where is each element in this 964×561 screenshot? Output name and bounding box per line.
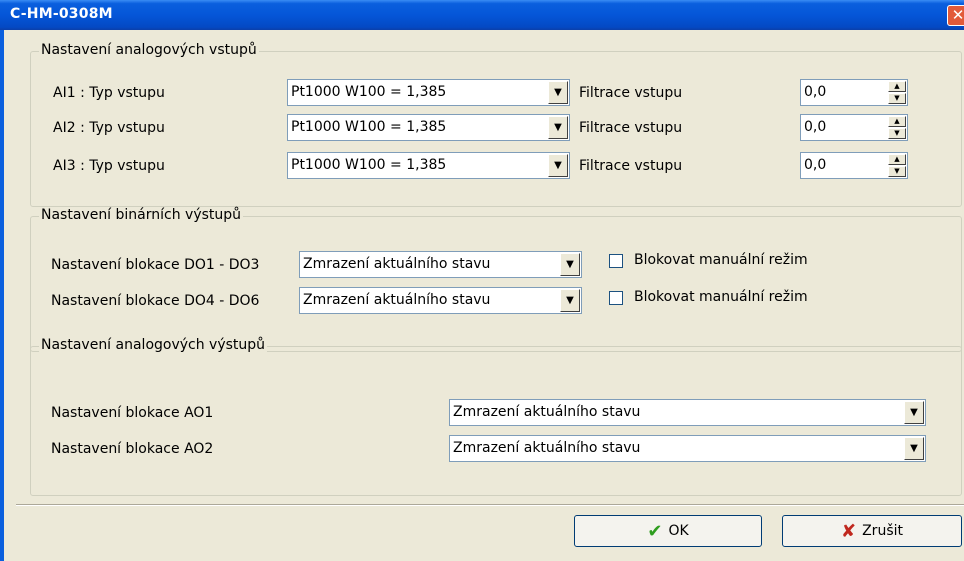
chevron-down-icon[interactable]: ▼ bbox=[560, 289, 580, 312]
analog-outputs-group: Nastavení analogových výstupů Nastavení … bbox=[30, 337, 962, 496]
binary-outputs-group: Nastavení binárních výstupů Nastavení bl… bbox=[30, 207, 962, 352]
do4-do6-value: Zmrazení aktuálního stavu bbox=[303, 292, 491, 308]
close-icon: ✕ bbox=[951, 6, 964, 24]
spin-down-icon[interactable]: ▼ bbox=[888, 93, 906, 104]
ai1-filter-label: Filtrace vstupu bbox=[579, 85, 683, 101]
do4-do6-label: Nastavení blokace DO4 - DO6 bbox=[51, 293, 260, 309]
chevron-down-icon[interactable]: ▼ bbox=[904, 437, 924, 460]
ai2-filter-label: Filtrace vstupu bbox=[579, 120, 683, 136]
ao1-value: Zmrazení aktuálního stavu bbox=[453, 404, 641, 420]
ai3-filter-label: Filtrace vstupu bbox=[579, 158, 683, 174]
ai3-type-combo[interactable]: Pt1000 W100 = 1,385 ▼ bbox=[287, 152, 570, 179]
dialog-client: Nastavení analogových vstupů AI1 : Typ v… bbox=[0, 30, 964, 561]
ai3-label: AI3 : Typ vstupu bbox=[53, 158, 165, 174]
window-title: C-HM-0308M bbox=[10, 6, 113, 22]
ai3-filter-spinner[interactable]: 0,0 ▲ ▼ bbox=[800, 152, 908, 179]
ao1-combo[interactable]: Zmrazení aktuálního stavu ▼ bbox=[449, 399, 926, 426]
ao2-label: Nastavení blokace AO2 bbox=[51, 441, 214, 457]
spin-up-icon[interactable]: ▲ bbox=[888, 154, 906, 165]
do1-do3-checkbox-label[interactable]: Blokovat manuální režim bbox=[634, 252, 808, 268]
ai1-filter-spinner[interactable]: 0,0 ▲ ▼ bbox=[800, 79, 908, 106]
ao2-combo[interactable]: Zmrazení aktuálního stavu ▼ bbox=[449, 435, 926, 462]
ai1-type-combo[interactable]: Pt1000 W100 = 1,385 ▼ bbox=[287, 79, 570, 106]
ok-button-label: OK bbox=[668, 523, 689, 539]
cancel-button-label: Zrušit bbox=[862, 523, 903, 539]
ai2-type-value: Pt1000 W100 = 1,385 bbox=[291, 119, 447, 135]
cancel-button[interactable]: ✘ Zrušit bbox=[782, 515, 962, 547]
spin-up-icon[interactable]: ▲ bbox=[888, 81, 906, 92]
chevron-down-icon[interactable]: ▼ bbox=[548, 154, 568, 177]
spin-down-icon[interactable]: ▼ bbox=[888, 166, 906, 177]
ao1-label: Nastavení blokace AO1 bbox=[51, 405, 214, 421]
chevron-down-icon[interactable]: ▼ bbox=[548, 116, 568, 139]
spin-down-icon[interactable]: ▼ bbox=[888, 128, 906, 139]
do1-do3-block-checkbox[interactable] bbox=[609, 254, 623, 268]
close-button[interactable]: ✕ bbox=[947, 5, 964, 26]
ai2-type-combo[interactable]: Pt1000 W100 = 1,385 ▼ bbox=[287, 114, 570, 141]
ai2-label: AI2 : Typ vstupu bbox=[53, 120, 165, 136]
footer-separator-highlight bbox=[16, 505, 964, 506]
ai1-filter-value: 0,0 bbox=[804, 84, 827, 100]
checkmark-icon: ✔ bbox=[647, 520, 663, 542]
ai2-filter-spinner[interactable]: 0,0 ▲ ▼ bbox=[800, 114, 908, 141]
analog-inputs-group: Nastavení analogových vstupů AI1 : Typ v… bbox=[30, 42, 962, 207]
ai3-filter-value: 0,0 bbox=[804, 157, 827, 173]
title-bar[interactable]: C-HM-0308M ✕ bbox=[0, 0, 964, 30]
ai1-type-value: Pt1000 W100 = 1,385 bbox=[291, 84, 447, 100]
ok-button[interactable]: ✔ OK bbox=[574, 515, 762, 547]
ai2-filter-value: 0,0 bbox=[804, 119, 827, 135]
do1-do3-combo[interactable]: Zmrazení aktuálního stavu ▼ bbox=[299, 251, 582, 278]
chevron-down-icon[interactable]: ▼ bbox=[560, 253, 580, 276]
chevron-down-icon[interactable]: ▼ bbox=[904, 401, 924, 424]
do1-do3-label: Nastavení blokace DO1 - DO3 bbox=[51, 257, 260, 273]
chevron-down-icon[interactable]: ▼ bbox=[548, 81, 568, 104]
do4-do6-combo[interactable]: Zmrazení aktuálního stavu ▼ bbox=[299, 287, 582, 314]
x-icon: ✘ bbox=[841, 520, 857, 542]
binary-outputs-legend: Nastavení binárních výstupů bbox=[39, 207, 244, 223]
do1-do3-value: Zmrazení aktuálního stavu bbox=[303, 256, 491, 272]
ai1-label: AI1 : Typ vstupu bbox=[53, 85, 165, 101]
do4-do6-block-checkbox[interactable] bbox=[609, 291, 623, 305]
dialog-window: C-HM-0308M ✕ Nastavení analogových vstup… bbox=[0, 0, 964, 561]
ao2-value: Zmrazení aktuálního stavu bbox=[453, 440, 641, 456]
analog-outputs-legend: Nastavení analogových výstupů bbox=[39, 337, 268, 353]
analog-inputs-legend: Nastavení analogových vstupů bbox=[39, 42, 259, 58]
ai3-type-value: Pt1000 W100 = 1,385 bbox=[291, 157, 447, 173]
do4-do6-checkbox-label[interactable]: Blokovat manuální režim bbox=[634, 289, 808, 305]
spin-up-icon[interactable]: ▲ bbox=[888, 116, 906, 127]
